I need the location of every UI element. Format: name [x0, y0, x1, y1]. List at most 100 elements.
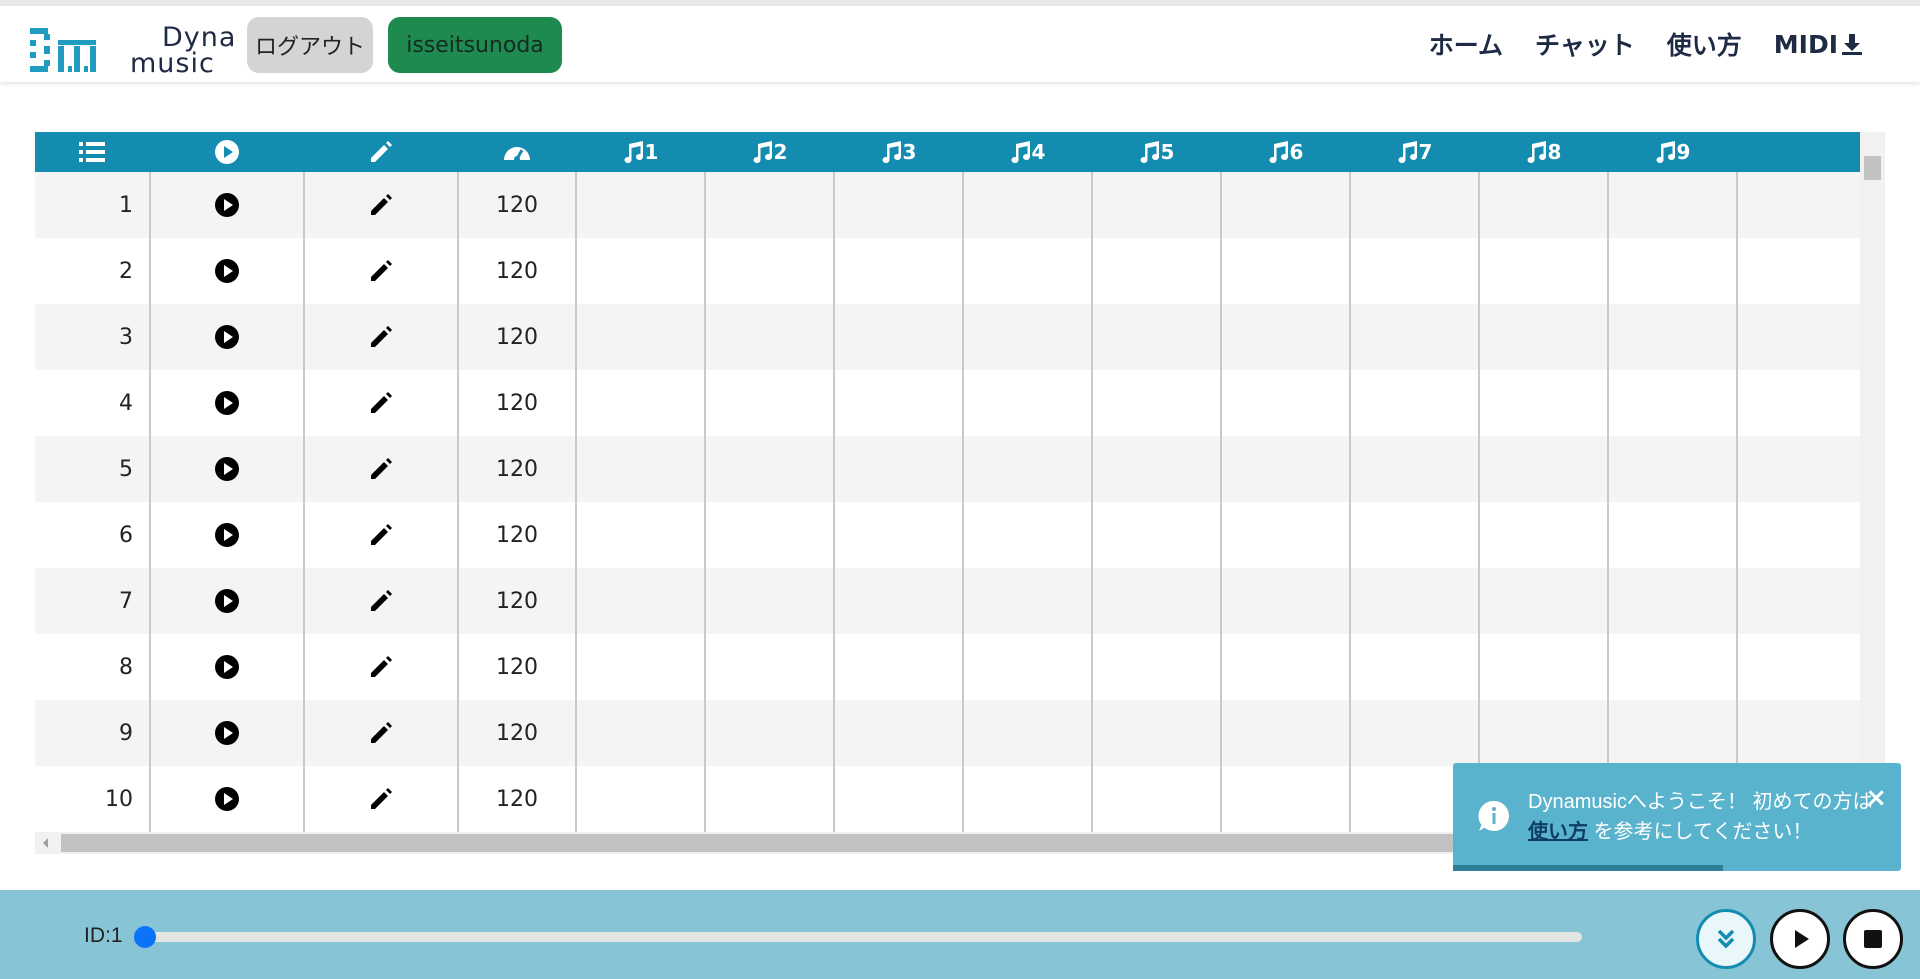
row-tempo[interactable]: 120: [459, 304, 575, 370]
toast-howto-link[interactable]: 使い方: [1528, 821, 1588, 843]
row-edit-button[interactable]: [305, 634, 457, 700]
pencil-icon: [371, 392, 392, 413]
row-number: 4: [119, 390, 133, 416]
row-tempo[interactable]: 120: [459, 238, 575, 304]
row-tempo[interactable]: 120: [459, 172, 575, 238]
column-divider: [1220, 172, 1222, 832]
chevron-double-down-icon: [1717, 929, 1735, 949]
pencil-icon: [371, 260, 392, 281]
row-tempo[interactable]: 120: [459, 766, 575, 832]
row-edit-button[interactable]: [305, 766, 457, 832]
row-edit-button[interactable]: [305, 238, 457, 304]
table-row: 1 120: [35, 172, 1860, 238]
play-circle-icon: [215, 193, 239, 217]
row-number: 10: [105, 786, 133, 812]
row-play-button[interactable]: [151, 634, 303, 700]
app-header: Dyna music ログアウト isseitsunoda ホーム チャット 使…: [0, 6, 1920, 82]
column-header-track: 3: [835, 132, 962, 172]
track-label: 5: [1160, 140, 1175, 164]
pencil-icon: [371, 458, 392, 479]
column-header-tempo: [459, 132, 575, 172]
track-label: 6: [1289, 140, 1304, 164]
play-circle-icon: [215, 457, 239, 481]
row-play-button[interactable]: [151, 436, 303, 502]
row-play-button[interactable]: [151, 700, 303, 766]
music-note-icon: [882, 141, 901, 163]
position-slider-track[interactable]: [146, 932, 1582, 942]
logo-text-line2: music: [130, 48, 215, 79]
column-header-track: 6: [1222, 132, 1349, 172]
column-divider: [303, 172, 305, 832]
logo-text: Dyna music: [130, 24, 236, 79]
play-button[interactable]: [1770, 909, 1830, 969]
column-divider: [1607, 172, 1609, 832]
user-button[interactable]: isseitsunoda: [388, 17, 562, 73]
track-label: 4: [1031, 140, 1046, 164]
row-tempo[interactable]: 120: [459, 700, 575, 766]
row-edit-button[interactable]: [305, 370, 457, 436]
pencil-icon: [371, 722, 392, 743]
row-edit-button[interactable]: [305, 568, 457, 634]
track-label: 1: [644, 140, 659, 164]
row-play-button[interactable]: [151, 568, 303, 634]
pencil-icon: [371, 524, 392, 545]
position-slider-thumb[interactable]: [134, 926, 156, 948]
stop-button[interactable]: [1843, 909, 1903, 969]
play-circle-icon: [215, 391, 239, 415]
row-number: 2: [119, 258, 133, 284]
play-circle-icon: [215, 589, 239, 613]
nav-howto[interactable]: 使い方: [1667, 26, 1742, 62]
list-icon: [79, 142, 105, 162]
current-id-label: ID:1: [84, 924, 123, 947]
music-note-icon: [624, 141, 643, 163]
music-note-icon: [1011, 141, 1030, 163]
row-play-button[interactable]: [151, 766, 303, 832]
nav-midi-download[interactable]: MIDI: [1774, 30, 1864, 59]
play-icon: [1795, 930, 1809, 948]
row-play-button[interactable]: [151, 502, 303, 568]
track-label: 2: [773, 140, 788, 164]
logo-mark-icon: [30, 28, 96, 72]
grid-body: 1 120 2 120 3 120 4 120 5 120 6 120 7 12…: [35, 172, 1860, 832]
nav-chat[interactable]: チャット: [1535, 26, 1635, 62]
row-play-button[interactable]: [151, 238, 303, 304]
row-tempo[interactable]: 120: [459, 370, 575, 436]
row-play-button[interactable]: [151, 370, 303, 436]
track-grid: 1 2 3 4 5 6 7 8 9 1 120 2 120 3 120 4 12…: [35, 132, 1885, 859]
row-tempo[interactable]: 120: [459, 436, 575, 502]
info-icon: [1478, 800, 1510, 831]
vertical-scrollbar-thumb[interactable]: [1864, 156, 1881, 180]
play-circle-icon: [215, 259, 239, 283]
main-nav: ホーム チャット 使い方 MIDI: [1429, 26, 1864, 62]
tachometer-icon: [504, 147, 530, 162]
row-tempo[interactable]: 120: [459, 502, 575, 568]
row-edit-button[interactable]: [305, 304, 457, 370]
row-edit-button[interactable]: [305, 700, 457, 766]
column-divider: [833, 172, 835, 832]
scroll-left-icon[interactable]: [41, 832, 51, 854]
row-edit-button[interactable]: [305, 502, 457, 568]
row-tempo[interactable]: 120: [459, 634, 575, 700]
table-row: 2 120: [35, 238, 1860, 304]
column-divider: [962, 172, 964, 832]
row-tempo[interactable]: 120: [459, 568, 575, 634]
column-header-track: 2: [706, 132, 833, 172]
column-header-track: 4: [964, 132, 1091, 172]
column-divider: [1478, 172, 1480, 832]
logout-button[interactable]: ログアウト: [247, 17, 373, 73]
row-play-button[interactable]: [151, 172, 303, 238]
nav-home[interactable]: ホーム: [1429, 26, 1503, 62]
row-edit-button[interactable]: [305, 436, 457, 502]
app-logo[interactable]: Dyna music: [30, 23, 235, 77]
toast-message-suffix: を参考にしてください！: [1588, 821, 1813, 843]
play-circle-icon: [215, 721, 239, 745]
row-play-button[interactable]: [151, 304, 303, 370]
vertical-scrollbar[interactable]: [1860, 132, 1885, 832]
column-divider: [704, 172, 706, 832]
table-row: 5 120: [35, 436, 1860, 502]
toast-close-button[interactable]: ×: [1865, 783, 1887, 813]
horizontal-scrollbar-thumb[interactable]: [61, 834, 1491, 852]
collapse-button[interactable]: [1696, 909, 1756, 969]
row-edit-button[interactable]: [305, 172, 457, 238]
pencil-icon: [371, 326, 392, 347]
